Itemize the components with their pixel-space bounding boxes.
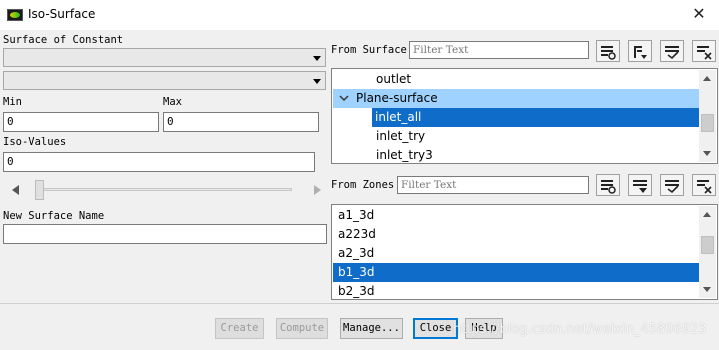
- max-field[interactable]: 0: [163, 112, 319, 132]
- iso-values-label: Iso-Values: [3, 136, 67, 148]
- scroll-up-icon[interactable]: [703, 212, 711, 217]
- from-zones-filter-input[interactable]: Filter Text: [397, 176, 589, 194]
- new-surface-name-label: New Surface Name: [3, 210, 105, 222]
- list-item[interactable]: inlet_all: [372, 108, 700, 127]
- new-surface-name-field[interactable]: [3, 224, 327, 244]
- from-surface-filter-input[interactable]: Filter Text: [409, 41, 589, 59]
- from-zones-sort-button[interactable]: [628, 174, 652, 196]
- list-item[interactable]: inlet_try: [333, 127, 700, 146]
- create-button[interactable]: Create: [215, 318, 264, 339]
- list-item-label: inlet_try: [376, 129, 426, 143]
- from-surface-label: From Surface: [331, 44, 407, 56]
- iso-value-slider[interactable]: [42, 188, 292, 191]
- divider: [0, 303, 719, 304]
- from-surface-select-all-button[interactable]: [596, 40, 620, 62]
- min-field[interactable]: 0: [3, 112, 159, 132]
- compute-button[interactable]: Compute: [276, 318, 328, 339]
- list-item-label: Plane-surface: [356, 91, 438, 105]
- window-title: Iso-Surface: [28, 7, 96, 21]
- from-zones-scrollbar[interactable]: [699, 206, 716, 298]
- from-surface-scrollbar[interactable]: [699, 70, 716, 162]
- chevron-down-icon: [313, 79, 321, 84]
- from-zones-label: From Zones: [331, 179, 395, 191]
- from-zones-clear-button[interactable]: [692, 174, 716, 196]
- deselect-icon: [665, 46, 679, 60]
- from-surface-deselect-button[interactable]: [660, 40, 684, 62]
- list-item-label: outlet: [376, 72, 412, 86]
- list-item-label: inlet_all: [375, 110, 422, 124]
- from-surface-list[interactable]: outlet Plane-surface inlet_all inlet_try…: [331, 68, 718, 164]
- scroll-up-icon[interactable]: [703, 76, 711, 81]
- slider-thumb[interactable]: [35, 180, 44, 200]
- min-label: Min: [3, 96, 22, 108]
- from-zones-deselect-button[interactable]: [660, 174, 684, 196]
- chevron-down-icon[interactable]: [338, 92, 350, 104]
- list-item[interactable]: a223d: [333, 225, 700, 244]
- list-item-label: a1_3d: [338, 208, 375, 222]
- close-button[interactable]: Close: [413, 318, 458, 339]
- scroll-down-icon[interactable]: [703, 151, 711, 156]
- sort-icon: [634, 46, 647, 59]
- clear-icon: [697, 46, 712, 60]
- scroll-down-icon[interactable]: [703, 287, 711, 292]
- surface-of-constant-label: Surface of Constant: [3, 34, 124, 46]
- list-item[interactable]: a2_3d: [333, 244, 700, 263]
- select-all-icon: [601, 46, 616, 60]
- list-item-label: a223d: [338, 227, 376, 241]
- help-button[interactable]: Help: [465, 318, 503, 339]
- list-item[interactable]: a1_3d: [333, 206, 700, 225]
- surface-of-constant-subcombo[interactable]: [3, 71, 326, 90]
- list-item-label: inlet_try3: [376, 148, 433, 162]
- deselect-icon: [665, 180, 679, 194]
- iso-values-field[interactable]: 0: [3, 152, 315, 172]
- from-surface-clear-button[interactable]: [692, 40, 716, 62]
- select-all-icon: [601, 180, 616, 194]
- list-item-label: a2_3d: [338, 246, 375, 260]
- sort-icon: [633, 180, 647, 193]
- scrollbar-thumb[interactable]: [701, 114, 714, 132]
- scrollbar-thumb[interactable]: [701, 236, 714, 254]
- title-bar: Iso-Surface ✕: [0, 0, 719, 30]
- from-surface-sort-button[interactable]: [628, 40, 652, 62]
- app-icon: [7, 9, 23, 21]
- from-zones-select-all-button[interactable]: [596, 174, 620, 196]
- list-item-label: b2_3d: [338, 284, 375, 298]
- list-item-label: b1_3d: [338, 265, 375, 279]
- list-item[interactable]: b2_3d: [333, 282, 700, 299]
- close-window-button[interactable]: ✕: [689, 4, 709, 24]
- manage-button[interactable]: Manage...: [340, 318, 403, 339]
- slider-right-arrow-icon[interactable]: [314, 185, 321, 195]
- list-item-group[interactable]: Plane-surface: [333, 89, 700, 108]
- list-item[interactable]: inlet_try3: [333, 146, 700, 163]
- clear-icon: [697, 180, 712, 194]
- list-item[interactable]: b1_3d: [333, 263, 700, 282]
- list-item[interactable]: outlet: [333, 70, 700, 89]
- surface-of-constant-combo[interactable]: [3, 48, 326, 67]
- slider-left-arrow-icon[interactable]: [12, 185, 19, 195]
- chevron-down-icon: [313, 56, 321, 61]
- max-label: Max: [163, 96, 182, 108]
- from-zones-list[interactable]: a1_3d a223d a2_3d b1_3d b2_3d: [331, 204, 718, 300]
